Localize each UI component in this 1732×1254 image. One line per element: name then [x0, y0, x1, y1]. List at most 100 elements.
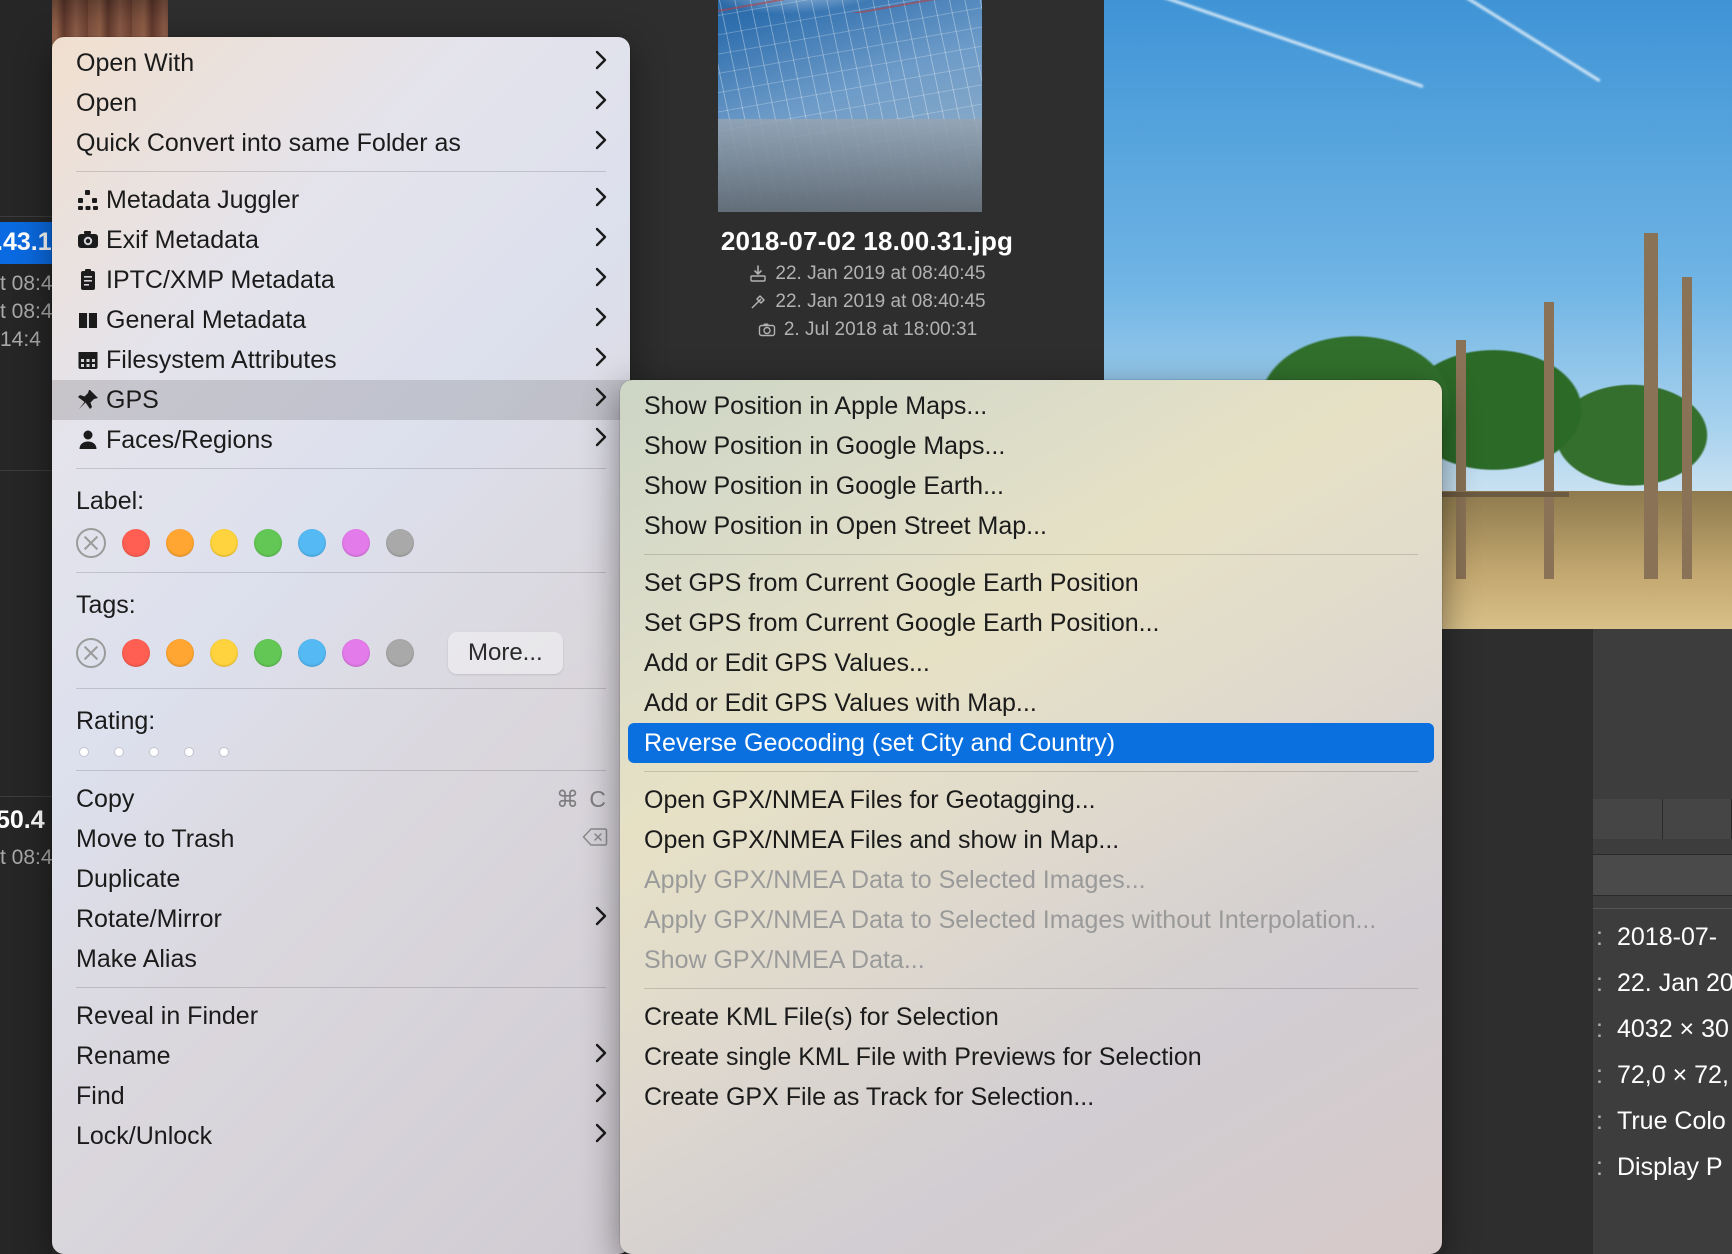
- inspector-row: : 2018-07-: [1596, 922, 1718, 951]
- chevron-right-icon: [594, 89, 608, 118]
- submenu-item-show-position-google-earth[interactable]: Show Position in Google Earth...: [620, 466, 1442, 506]
- menu-item-metadata-juggler[interactable]: Metadata Juggler: [52, 180, 630, 220]
- label-swatch-none[interactable]: [76, 528, 106, 558]
- menu-item-move-to-trash[interactable]: Move to Trash: [52, 819, 630, 859]
- tag-swatch-yellow[interactable]: [210, 639, 238, 667]
- inspector-tab-2[interactable]: [1662, 799, 1732, 839]
- inspector-row: : 22. Jan 20: [1596, 968, 1732, 997]
- tag-swatch-gray[interactable]: [386, 639, 414, 667]
- tags-section-title: Tags:: [76, 591, 136, 619]
- menu-item-reveal-in-finder[interactable]: Reveal in Finder: [52, 996, 630, 1036]
- inspector-row: : 72,0 × 72,: [1596, 1060, 1729, 1089]
- menu-item-rotate-mirror[interactable]: Rotate/Mirror: [52, 899, 630, 939]
- menu-item-quick-convert[interactable]: Quick Convert into same Folder as: [52, 123, 630, 163]
- label-swatch-red[interactable]: [122, 529, 150, 557]
- menu-item-find[interactable]: Find: [52, 1076, 630, 1116]
- label-swatch-orange[interactable]: [166, 529, 194, 557]
- tag-swatch-orange[interactable]: [166, 639, 194, 667]
- menu-item-iptc-xmp-metadata[interactable]: IPTC/XMP Metadata: [52, 260, 630, 300]
- menu-separator: [76, 688, 606, 689]
- chevron-right-icon: [594, 1042, 608, 1071]
- inspector-panel: : 2018-07- : 22. Jan 20 : 4032 × 30 : 72…: [1593, 629, 1732, 1254]
- menu-item-exif-metadata[interactable]: Exif Metadata: [52, 220, 630, 260]
- menu-item-rename[interactable]: Rename: [52, 1036, 630, 1076]
- menu-item-label: Make Alias: [76, 944, 197, 973]
- menu-item-label: Lock/Unlock: [76, 1121, 213, 1150]
- submenu-item-create-kml-files[interactable]: Create KML File(s) for Selection: [620, 997, 1442, 1037]
- menu-item-label: Open GPX/NMEA Files for Geotagging...: [644, 785, 1096, 814]
- menu-item-lock-unlock[interactable]: Lock/Unlock: [52, 1116, 630, 1156]
- selected-file-name: 2018-07-02 18.00.31.jpg: [720, 226, 1014, 256]
- inspector-tabs[interactable]: [1593, 799, 1732, 839]
- tag-swatch-none[interactable]: [76, 638, 106, 668]
- menu-item-gps[interactable]: GPS: [52, 380, 630, 420]
- tags-section: Tags: More...: [52, 581, 630, 680]
- label-section-title: Label:: [76, 487, 145, 515]
- menu-item-general-metadata[interactable]: General Metadata: [52, 300, 630, 340]
- submenu-item-set-gps-from-google-earth[interactable]: Set GPS from Current Google Earth Positi…: [620, 563, 1442, 603]
- tag-swatch-green[interactable]: [254, 639, 282, 667]
- menu-item-make-alias[interactable]: Make Alias: [52, 939, 630, 979]
- menu-item-filesystem-attributes[interactable]: Filesystem Attributes: [52, 340, 630, 380]
- menu-separator: [76, 987, 606, 988]
- added-date-icon: [750, 265, 767, 282]
- submenu-item-add-or-edit-gps-values-with-map[interactable]: Add or Edit GPS Values with Map...: [620, 683, 1442, 723]
- menu-item-label: Duplicate: [76, 864, 181, 893]
- menu-separator: [644, 554, 1418, 555]
- tag-swatch-purple[interactable]: [342, 639, 370, 667]
- rating-star-1[interactable]: [80, 748, 88, 756]
- menu-item-faces-regions[interactable]: Faces/Regions: [52, 420, 630, 460]
- menu-item-label: Open: [76, 88, 138, 117]
- label-swatch-gray[interactable]: [386, 529, 414, 557]
- gps-submenu[interactable]: Show Position in Apple Maps... Show Posi…: [620, 380, 1442, 1254]
- submenu-item-open-gpx-for-geotagging[interactable]: Open GPX/NMEA Files for Geotagging...: [620, 780, 1442, 820]
- clipboard-icon: [76, 268, 106, 292]
- label-swatch-green[interactable]: [254, 529, 282, 557]
- menu-item-label: Apply GPX/NMEA Data to Selected Images..…: [644, 865, 1146, 894]
- label-swatches[interactable]: [76, 528, 606, 558]
- menu-separator: [76, 171, 606, 172]
- chevron-right-icon: [594, 186, 608, 215]
- submenu-item-open-gpx-show-in-map[interactable]: Open GPX/NMEA Files and show in Map...: [620, 820, 1442, 860]
- inspector-metadata-rows: : 2018-07- : 22. Jan 20 : 4032 × 30 : 72…: [1593, 914, 1732, 1190]
- rating-star-2[interactable]: [115, 748, 123, 756]
- copy-shortcut: ⌘ C: [556, 785, 608, 812]
- menu-item-open-with[interactable]: Open With: [52, 43, 630, 83]
- rating-star-4[interactable]: [185, 748, 193, 756]
- label-swatch-blue[interactable]: [298, 529, 326, 557]
- rating-stars[interactable]: [76, 748, 606, 756]
- menu-item-label: Filesystem Attributes: [106, 345, 337, 374]
- menu-item-copy[interactable]: Copy ⌘ C: [52, 779, 630, 819]
- inspector-toolbar[interactable]: [1593, 854, 1732, 896]
- context-menu[interactable]: Open With Open Quick Convert into same F…: [52, 37, 630, 1254]
- tags-more-button[interactable]: More...: [448, 632, 563, 674]
- menu-item-label: Exif Metadata: [106, 225, 259, 254]
- menu-item-label: Show Position in Open Street Map...: [644, 511, 1047, 540]
- submenu-item-reverse-geocoding[interactable]: Reverse Geocoding (set City and Country): [628, 723, 1434, 763]
- submenu-item-create-single-kml-with-previews[interactable]: Create single KML File with Previews for…: [620, 1037, 1442, 1077]
- rating-star-5[interactable]: [220, 748, 228, 756]
- menu-item-open[interactable]: Open: [52, 83, 630, 123]
- menu-item-duplicate[interactable]: Duplicate: [52, 859, 630, 899]
- photo-thumbnail-glass-building[interactable]: [718, 0, 982, 212]
- rating-star-3[interactable]: [150, 748, 158, 756]
- submenu-item-show-position-open-street-map[interactable]: Show Position in Open Street Map...: [620, 506, 1442, 546]
- submenu-item-apply-gpx-without-interpolation: Apply GPX/NMEA Data to Selected Images w…: [620, 900, 1442, 940]
- label-section: Label:: [52, 477, 630, 564]
- chevron-right-icon: [594, 905, 608, 934]
- file-row-selected-1[interactable]: .43.1: [0, 222, 52, 264]
- tag-swatch-red[interactable]: [122, 639, 150, 667]
- tags-swatches[interactable]: More...: [76, 632, 606, 674]
- file-row-selected-2[interactable]: 50.4: [0, 806, 45, 835]
- submenu-item-add-or-edit-gps-values[interactable]: Add or Edit GPS Values...: [620, 643, 1442, 683]
- submenu-item-set-gps-from-google-earth-dialog[interactable]: Set GPS from Current Google Earth Positi…: [620, 603, 1442, 643]
- file-row-meta-2: t 08:4: [0, 300, 53, 323]
- submenu-item-create-gpx-track[interactable]: Create GPX File as Track for Selection..…: [620, 1077, 1442, 1117]
- menu-item-label: Set GPS from Current Google Earth Positi…: [644, 608, 1160, 637]
- submenu-item-show-position-apple-maps[interactable]: Show Position in Apple Maps...: [620, 386, 1442, 426]
- label-swatch-purple[interactable]: [342, 529, 370, 557]
- label-swatch-yellow[interactable]: [210, 529, 238, 557]
- tag-swatch-blue[interactable]: [298, 639, 326, 667]
- submenu-item-show-position-google-maps[interactable]: Show Position in Google Maps...: [620, 426, 1442, 466]
- inspector-tab-1[interactable]: [1593, 799, 1663, 839]
